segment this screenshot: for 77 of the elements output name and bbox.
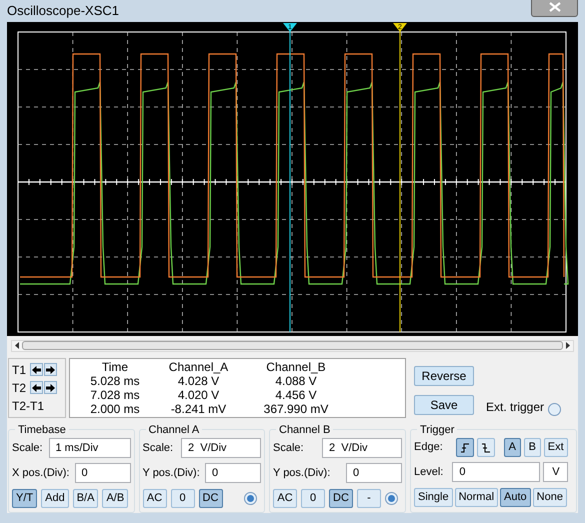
mode-button[interactable]: DC (329, 489, 353, 508)
field-label: Level: (414, 464, 444, 480)
column-header: Channel_B (265, 360, 327, 374)
mode-button[interactable]: DC (198, 489, 222, 508)
scale-field[interactable]: 2 V/Div (322, 438, 402, 458)
window-title: Oscilloscope-XSC1 (7, 2, 119, 20)
table-cell-text: 367.990 mV (262, 402, 330, 416)
mode-button[interactable]: AC (142, 489, 166, 508)
falling-edge-icon (480, 442, 491, 452)
rising-edge-icon (460, 442, 470, 452)
right-arrow-button[interactable] (44, 381, 58, 394)
right-arrow-icon (46, 366, 56, 374)
scale-field[interactable]: 1 ms/Div (48, 438, 130, 458)
table-cell-text: 4.028 V (176, 374, 220, 388)
unit-label: V (543, 462, 568, 482)
column-header: Channel_A (168, 360, 230, 374)
field-label: Y pos.(Div): (142, 466, 200, 481)
mode-button[interactable]: Single (414, 488, 453, 507)
source-button[interactable]: B (524, 438, 541, 457)
mode-button[interactable]: 0 (170, 489, 194, 508)
left-arrow-button[interactable] (30, 381, 44, 394)
group-title: Channel A (148, 422, 200, 438)
row-label: T2-T1 (12, 398, 44, 414)
radio-button[interactable] (244, 492, 257, 505)
group-title: Timebase (17, 422, 67, 438)
scale-field[interactable]: 2 V/Div (181, 438, 261, 458)
mode-button[interactable]: A/B (102, 489, 128, 508)
radio-button[interactable] (548, 402, 562, 416)
field-label: X pos.(Div): (12, 466, 70, 481)
table-cell-text: 4.456 V (274, 388, 318, 402)
scroll-bar[interactable] (11, 340, 574, 352)
mode-button[interactable]: Normal (454, 488, 498, 507)
field-label: Edge: (414, 440, 443, 456)
field-label: Scale: (12, 440, 43, 456)
right-arrow-button[interactable] (44, 363, 58, 376)
mode-button[interactable]: - (357, 489, 381, 508)
source-button[interactable]: A (504, 438, 521, 457)
right-arrow-icon (46, 384, 56, 392)
table-cell-text: 7.028 ms (89, 388, 141, 402)
source-button[interactable]: Ext (544, 438, 568, 457)
field-label: Scale: (273, 440, 304, 456)
left-arrow-button[interactable] (30, 363, 44, 376)
close-button[interactable] (531, 0, 578, 17)
action-button[interactable]: Save (414, 394, 474, 414)
row-label: T2 (12, 380, 26, 396)
edge-button[interactable] (456, 438, 474, 457)
left-arrow-icon (15, 342, 19, 349)
group-title: Channel B (278, 422, 332, 438)
column-header: Time (100, 360, 130, 374)
table-cell-text: 2.000 ms (89, 402, 141, 416)
mode-button[interactable]: AC (273, 489, 297, 508)
left-arrow-icon (32, 366, 42, 374)
radio-button[interactable] (385, 492, 398, 505)
field-label: Scale: (142, 440, 174, 456)
row-label: T1 (12, 362, 26, 378)
mode-button[interactable]: Auto (500, 488, 531, 507)
table-cell-text: 4.020 V (176, 388, 220, 402)
level-field[interactable]: 0 (452, 462, 540, 482)
mode-button[interactable]: B/A (72, 489, 98, 508)
field-label: Ext. trigger (486, 398, 544, 416)
edge-button[interactable] (476, 438, 495, 457)
mode-button[interactable]: Y/T (12, 489, 38, 508)
close-icon (548, 2, 560, 12)
position-field[interactable]: 0 (205, 463, 261, 483)
table-cell-text: -8.241 mV (170, 402, 228, 416)
mode-button[interactable]: 0 (301, 489, 325, 508)
action-button[interactable]: Reverse (414, 366, 474, 386)
position-field[interactable]: 0 (346, 463, 402, 483)
mode-button[interactable]: Add (41, 489, 69, 508)
left-arrow-icon (32, 384, 42, 392)
group-title: Trigger (419, 422, 456, 438)
mode-button[interactable]: None (532, 488, 567, 507)
table-cell-text: 4.088 V (274, 374, 318, 388)
position-field[interactable]: 0 (74, 463, 130, 483)
table-cell-text: 5.028 ms (89, 374, 141, 388)
right-arrow-icon (566, 342, 570, 349)
field-label: Y pos.(Div): (273, 466, 330, 481)
